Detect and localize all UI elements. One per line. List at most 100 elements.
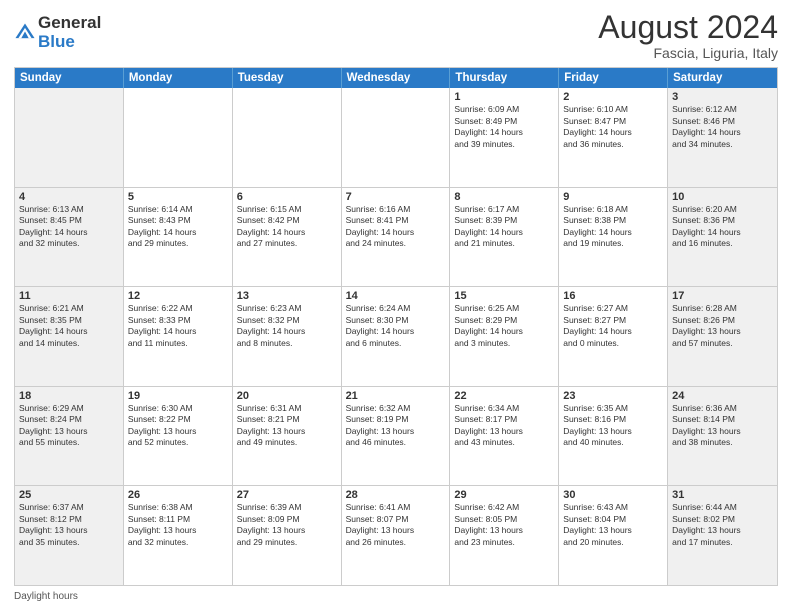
cal-cell-1: 1Sunrise: 6:09 AM Sunset: 8:49 PM Daylig… (450, 88, 559, 187)
cal-cell-empty-0-1 (124, 88, 233, 187)
cal-cell-11: 11Sunrise: 6:21 AM Sunset: 8:35 PM Dayli… (15, 287, 124, 386)
cal-cell-27: 27Sunrise: 6:39 AM Sunset: 8:09 PM Dayli… (233, 486, 342, 585)
cal-cell-22: 22Sunrise: 6:34 AM Sunset: 8:17 PM Dayli… (450, 387, 559, 486)
logo-general: General (38, 14, 101, 33)
cal-cell-12: 12Sunrise: 6:22 AM Sunset: 8:33 PM Dayli… (124, 287, 233, 386)
day-info: Sunrise: 6:18 AM Sunset: 8:38 PM Dayligh… (563, 204, 663, 250)
cal-cell-19: 19Sunrise: 6:30 AM Sunset: 8:22 PM Dayli… (124, 387, 233, 486)
cal-header-sunday: Sunday (15, 68, 124, 88)
day-number: 26 (128, 489, 228, 501)
day-info: Sunrise: 6:36 AM Sunset: 8:14 PM Dayligh… (672, 403, 773, 449)
cal-week-4: 25Sunrise: 6:37 AM Sunset: 8:12 PM Dayli… (15, 486, 777, 585)
cal-cell-25: 25Sunrise: 6:37 AM Sunset: 8:12 PM Dayli… (15, 486, 124, 585)
day-info: Sunrise: 6:43 AM Sunset: 8:04 PM Dayligh… (563, 502, 663, 548)
logo-text: General Blue (38, 14, 101, 51)
day-info: Sunrise: 6:30 AM Sunset: 8:22 PM Dayligh… (128, 403, 228, 449)
day-info: Sunrise: 6:12 AM Sunset: 8:46 PM Dayligh… (672, 104, 773, 150)
main-title: August 2024 (598, 10, 778, 45)
day-info: Sunrise: 6:15 AM Sunset: 8:42 PM Dayligh… (237, 204, 337, 250)
day-info: Sunrise: 6:25 AM Sunset: 8:29 PM Dayligh… (454, 303, 554, 349)
day-info: Sunrise: 6:39 AM Sunset: 8:09 PM Dayligh… (237, 502, 337, 548)
cal-cell-6: 6Sunrise: 6:15 AM Sunset: 8:42 PM Daylig… (233, 188, 342, 287)
cal-cell-28: 28Sunrise: 6:41 AM Sunset: 8:07 PM Dayli… (342, 486, 451, 585)
cal-cell-24: 24Sunrise: 6:36 AM Sunset: 8:14 PM Dayli… (668, 387, 777, 486)
day-number: 11 (19, 290, 119, 302)
day-number: 23 (563, 390, 663, 402)
cal-cell-23: 23Sunrise: 6:35 AM Sunset: 8:16 PM Dayli… (559, 387, 668, 486)
day-info: Sunrise: 6:34 AM Sunset: 8:17 PM Dayligh… (454, 403, 554, 449)
logo-blue: Blue (38, 33, 101, 52)
day-number: 15 (454, 290, 554, 302)
cal-cell-31: 31Sunrise: 6:44 AM Sunset: 8:02 PM Dayli… (668, 486, 777, 585)
day-number: 25 (19, 489, 119, 501)
day-number: 27 (237, 489, 337, 501)
cal-cell-7: 7Sunrise: 6:16 AM Sunset: 8:41 PM Daylig… (342, 188, 451, 287)
day-number: 7 (346, 191, 446, 203)
day-info: Sunrise: 6:16 AM Sunset: 8:41 PM Dayligh… (346, 204, 446, 250)
day-number: 5 (128, 191, 228, 203)
cal-cell-4: 4Sunrise: 6:13 AM Sunset: 8:45 PM Daylig… (15, 188, 124, 287)
day-number: 20 (237, 390, 337, 402)
cal-cell-empty-0-0 (15, 88, 124, 187)
day-info: Sunrise: 6:31 AM Sunset: 8:21 PM Dayligh… (237, 403, 337, 449)
cal-week-0: 1Sunrise: 6:09 AM Sunset: 8:49 PM Daylig… (15, 88, 777, 188)
day-number: 12 (128, 290, 228, 302)
cal-week-3: 18Sunrise: 6:29 AM Sunset: 8:24 PM Dayli… (15, 387, 777, 487)
day-info: Sunrise: 6:28 AM Sunset: 8:26 PM Dayligh… (672, 303, 773, 349)
cal-cell-empty-0-2 (233, 88, 342, 187)
cal-cell-3: 3Sunrise: 6:12 AM Sunset: 8:46 PM Daylig… (668, 88, 777, 187)
day-number: 8 (454, 191, 554, 203)
sub-title: Fascia, Liguria, Italy (598, 45, 778, 61)
day-info: Sunrise: 6:23 AM Sunset: 8:32 PM Dayligh… (237, 303, 337, 349)
day-number: 24 (672, 390, 773, 402)
cal-cell-16: 16Sunrise: 6:27 AM Sunset: 8:27 PM Dayli… (559, 287, 668, 386)
day-number: 19 (128, 390, 228, 402)
cal-cell-empty-0-3 (342, 88, 451, 187)
cal-cell-21: 21Sunrise: 6:32 AM Sunset: 8:19 PM Dayli… (342, 387, 451, 486)
day-number: 21 (346, 390, 446, 402)
cal-cell-14: 14Sunrise: 6:24 AM Sunset: 8:30 PM Dayli… (342, 287, 451, 386)
cal-header-friday: Friday (559, 68, 668, 88)
cal-cell-13: 13Sunrise: 6:23 AM Sunset: 8:32 PM Dayli… (233, 287, 342, 386)
day-info: Sunrise: 6:35 AM Sunset: 8:16 PM Dayligh… (563, 403, 663, 449)
cal-cell-30: 30Sunrise: 6:43 AM Sunset: 8:04 PM Dayli… (559, 486, 668, 585)
day-info: Sunrise: 6:17 AM Sunset: 8:39 PM Dayligh… (454, 204, 554, 250)
day-number: 17 (672, 290, 773, 302)
cal-cell-17: 17Sunrise: 6:28 AM Sunset: 8:26 PM Dayli… (668, 287, 777, 386)
cal-cell-18: 18Sunrise: 6:29 AM Sunset: 8:24 PM Dayli… (15, 387, 124, 486)
day-info: Sunrise: 6:24 AM Sunset: 8:30 PM Dayligh… (346, 303, 446, 349)
day-number: 4 (19, 191, 119, 203)
day-number: 14 (346, 290, 446, 302)
logo: General Blue (14, 14, 101, 51)
page: General Blue August 2024 Fascia, Liguria… (0, 0, 792, 612)
day-number: 29 (454, 489, 554, 501)
cal-cell-20: 20Sunrise: 6:31 AM Sunset: 8:21 PM Dayli… (233, 387, 342, 486)
day-info: Sunrise: 6:27 AM Sunset: 8:27 PM Dayligh… (563, 303, 663, 349)
cal-header-tuesday: Tuesday (233, 68, 342, 88)
cal-cell-9: 9Sunrise: 6:18 AM Sunset: 8:38 PM Daylig… (559, 188, 668, 287)
cal-header-thursday: Thursday (450, 68, 559, 88)
header: General Blue August 2024 Fascia, Liguria… (14, 10, 778, 61)
cal-week-2: 11Sunrise: 6:21 AM Sunset: 8:35 PM Dayli… (15, 287, 777, 387)
day-info: Sunrise: 6:10 AM Sunset: 8:47 PM Dayligh… (563, 104, 663, 150)
day-info: Sunrise: 6:37 AM Sunset: 8:12 PM Dayligh… (19, 502, 119, 548)
day-number: 16 (563, 290, 663, 302)
day-number: 1 (454, 91, 554, 103)
day-number: 31 (672, 489, 773, 501)
cal-week-1: 4Sunrise: 6:13 AM Sunset: 8:45 PM Daylig… (15, 188, 777, 288)
title-block: August 2024 Fascia, Liguria, Italy (598, 10, 778, 61)
day-info: Sunrise: 6:14 AM Sunset: 8:43 PM Dayligh… (128, 204, 228, 250)
day-info: Sunrise: 6:13 AM Sunset: 8:45 PM Dayligh… (19, 204, 119, 250)
calendar: SundayMondayTuesdayWednesdayThursdayFrid… (14, 67, 778, 586)
day-info: Sunrise: 6:32 AM Sunset: 8:19 PM Dayligh… (346, 403, 446, 449)
day-number: 22 (454, 390, 554, 402)
day-info: Sunrise: 6:38 AM Sunset: 8:11 PM Dayligh… (128, 502, 228, 548)
day-info: Sunrise: 6:20 AM Sunset: 8:36 PM Dayligh… (672, 204, 773, 250)
cal-cell-2: 2Sunrise: 6:10 AM Sunset: 8:47 PM Daylig… (559, 88, 668, 187)
cal-header-monday: Monday (124, 68, 233, 88)
cal-cell-8: 8Sunrise: 6:17 AM Sunset: 8:39 PM Daylig… (450, 188, 559, 287)
day-info: Sunrise: 6:09 AM Sunset: 8:49 PM Dayligh… (454, 104, 554, 150)
day-info: Sunrise: 6:42 AM Sunset: 8:05 PM Dayligh… (454, 502, 554, 548)
day-info: Sunrise: 6:22 AM Sunset: 8:33 PM Dayligh… (128, 303, 228, 349)
day-info: Sunrise: 6:29 AM Sunset: 8:24 PM Dayligh… (19, 403, 119, 449)
